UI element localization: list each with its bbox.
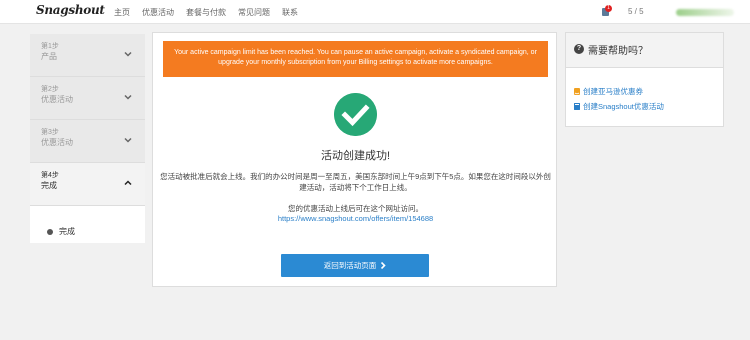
chevron-up-icon bbox=[124, 180, 132, 186]
help-link-create-campaign[interactable]: 创建Snagshout优惠活动 bbox=[574, 101, 664, 112]
amazon-icon bbox=[574, 88, 580, 95]
bullet-icon bbox=[47, 228, 53, 235]
nav-home[interactable]: 主页 bbox=[114, 7, 130, 18]
approval-description: 您活动被批准后就会上线。我们的办公时间是周一至周五，美国东部时间上午9点到下午5… bbox=[160, 172, 551, 192]
chevron-down-icon bbox=[124, 94, 132, 100]
campaign-limit-alert: Your active campaign limit has been reac… bbox=[163, 41, 548, 77]
nav-faq[interactable]: 常见问题 bbox=[238, 7, 270, 18]
help-link-amazon-coupon[interactable]: 创建亚马逊优惠券 bbox=[574, 86, 643, 97]
help-link-label: 创建Snagshout优惠活动 bbox=[583, 102, 664, 111]
top-navbar: Snagshout 主页 优惠活动 套餐与付款 常见问题 联系 1 5 / 5 bbox=[0, 0, 750, 24]
url-intro: 您的优惠活动上线后可在这个网址访问。 bbox=[288, 204, 423, 213]
success-title: 活动创建成功! bbox=[320, 150, 391, 162]
back-to-campaigns-button[interactable]: 返回到活动页面 bbox=[281, 254, 429, 277]
step-2[interactable]: 第2步 优惠活动 bbox=[30, 77, 145, 120]
notification-badge: 1 bbox=[605, 5, 612, 12]
step-4[interactable]: 第4步 完成 bbox=[30, 163, 145, 206]
step-3[interactable]: 第3步 优惠活动 bbox=[30, 120, 145, 163]
campaign-counter: 5 / 5 bbox=[628, 7, 644, 16]
snagshout-logo[interactable]: Snagshout bbox=[36, 3, 105, 17]
button-label: 返回到活动页面 bbox=[323, 261, 377, 270]
book-icon bbox=[574, 103, 580, 110]
main-panel: Your active campaign limit has been reac… bbox=[152, 32, 557, 287]
nav-campaigns[interactable]: 优惠活动 bbox=[142, 7, 174, 18]
checkmark-icon bbox=[334, 93, 377, 136]
substep-complete: 完成 bbox=[30, 206, 145, 243]
help-header: ? 需要帮助吗？ bbox=[566, 33, 723, 68]
question-icon: ? bbox=[574, 44, 584, 54]
nav-contact[interactable]: 联系 bbox=[282, 7, 298, 18]
chevron-down-icon bbox=[124, 137, 132, 143]
user-menu[interactable] bbox=[676, 9, 734, 16]
substep-label: 完成 bbox=[59, 227, 75, 236]
nav-billing[interactable]: 套餐与付款 bbox=[186, 7, 226, 18]
chevron-right-icon bbox=[381, 261, 386, 270]
help-title: 需要帮助吗？ bbox=[588, 46, 648, 57]
offer-url-link[interactable]: https://www.snagshout.com/offers/item/15… bbox=[153, 214, 558, 223]
step-sidebar: 第1步 产品 第2步 优惠活动 第3步 优惠活动 第4步 完成 完成 bbox=[30, 34, 145, 243]
help-link-label: 创建亚马逊优惠券 bbox=[583, 87, 643, 96]
chevron-down-icon bbox=[124, 51, 132, 57]
notification-icon[interactable]: 1 bbox=[600, 5, 612, 18]
step-1[interactable]: 第1步 产品 bbox=[30, 34, 145, 77]
help-panel: ? 需要帮助吗？ 创建亚马逊优惠券 创建Snagshout优惠活动 bbox=[565, 32, 724, 127]
main-nav: 主页 优惠活动 套餐与付款 常见问题 联系 bbox=[114, 7, 310, 18]
